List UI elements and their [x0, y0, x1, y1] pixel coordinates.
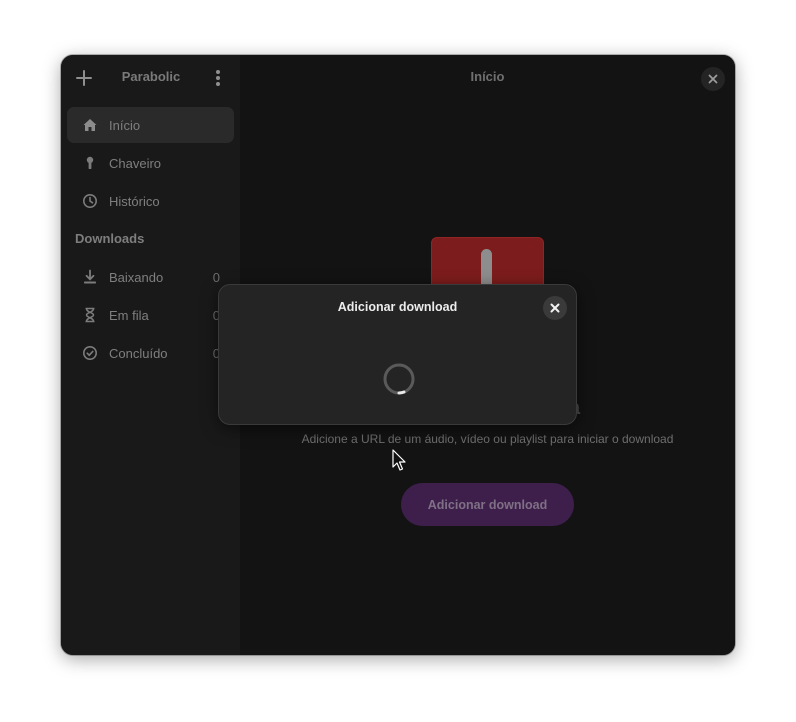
app-title: Parabolic: [121, 69, 181, 84]
add-icon[interactable]: [69, 63, 99, 93]
sidebar-item-label: Histórico: [109, 193, 160, 209]
close-icon: [708, 74, 718, 84]
check-circle-icon: [80, 343, 100, 363]
sidebar-item-label: Chaveiro: [109, 155, 162, 171]
history-icon: [80, 191, 100, 211]
sidebar-item-chaveiro[interactable]: Chaveiro: [67, 145, 234, 181]
status-description: Adicione a URL de um áudio, vídeo ou pla…: [301, 432, 674, 446]
page-title: Início: [470, 69, 505, 84]
window-close-button[interactable]: [701, 67, 725, 91]
sidebar-item-concluido[interactable]: Concluído 0: [67, 335, 234, 371]
dialog-title: Adicionar download: [337, 300, 458, 314]
home-icon: [80, 115, 100, 135]
sidebar-item-label: Baixando: [109, 269, 164, 285]
sidebar-item-label: Em fila: [109, 307, 149, 323]
loading-spinner-icon: [382, 362, 415, 395]
sidebar-item-historico[interactable]: Histórico: [67, 183, 234, 219]
mouse-cursor-icon: [392, 449, 406, 471]
sidebar-item-em-fila[interactable]: Em fila 0: [67, 297, 234, 333]
sidebar: Parabolic Início Chaveiro Histórico Down…: [61, 55, 240, 655]
download-icon: [80, 267, 100, 287]
add-download-button[interactable]: Adicionar download: [401, 483, 574, 526]
sidebar-item-label: Concluído: [109, 345, 168, 361]
more-options-icon[interactable]: [203, 63, 233, 93]
sidebar-item-label: Início: [109, 117, 141, 133]
sidebar-item-inicio[interactable]: Início: [67, 107, 234, 143]
hourglass-icon: [80, 305, 100, 325]
close-icon: [550, 303, 560, 313]
downloads-section-label: Downloads: [75, 231, 145, 246]
sidebar-item-baixando[interactable]: Baixando 0: [67, 259, 234, 295]
status-illustration: [431, 237, 544, 291]
add-download-dialog: Adicionar download: [218, 284, 577, 425]
illustration-bar: [481, 249, 492, 289]
baixando-count: 0: [212, 269, 220, 285]
dialog-close-button[interactable]: [543, 296, 567, 320]
sidebar-header: Parabolic: [61, 55, 240, 101]
keyring-icon: [80, 153, 100, 173]
